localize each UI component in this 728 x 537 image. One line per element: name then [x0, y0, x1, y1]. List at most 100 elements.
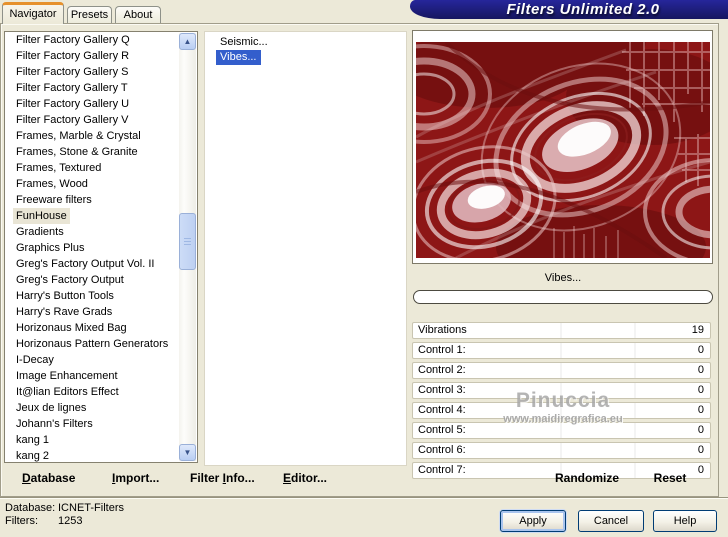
category-item[interactable]: Frames, Wood [5, 176, 197, 192]
category-scrollbar[interactable]: ▲ ▼ [179, 33, 196, 461]
category-item[interactable]: Frames, Marble & Crystal [5, 128, 197, 144]
category-item-label: Image Enhancement [16, 370, 118, 382]
tab-navigator[interactable]: Navigator [2, 2, 64, 24]
control-slider-row[interactable]: Control 5: 0 [412, 422, 711, 439]
tab-about[interactable]: About [115, 6, 161, 24]
category-item-label: Jeux de lignes [16, 402, 87, 414]
category-item[interactable]: Filter Factory Gallery S [5, 64, 197, 80]
import-button[interactable]: Import... [112, 471, 159, 485]
category-item[interactable]: Freeware filters [5, 192, 197, 208]
category-item-label: kang 1 [16, 434, 50, 446]
filter-item-label: Seismic... [220, 36, 268, 48]
control-slider-row[interactable]: Control 4: 0 [412, 402, 711, 419]
category-item-label: Filter Factory Gallery U [16, 98, 130, 110]
category-item[interactable]: kang 1 [5, 432, 197, 448]
control-slider-row[interactable]: Control 6: 0 [412, 442, 711, 459]
category-listbox[interactable]: ▲ ▼ Filter Factory Gallery Q Filter Facto… [4, 31, 198, 463]
category-item[interactable]: Filter Factory Gallery U [5, 96, 197, 112]
category-item-label: Harry's Button Tools [16, 290, 114, 302]
preview-image[interactable] [416, 42, 710, 258]
category-item[interactable]: Frames, Textured [5, 160, 197, 176]
status-filters-label: Filters: [5, 515, 38, 527]
reset-button[interactable]: Reset [640, 471, 700, 485]
window-title: Filters Unlimited 2.0 [506, 1, 660, 18]
control-slider-row[interactable]: Control 3: 0 [412, 382, 711, 399]
category-item-label: Greg's Factory Output [16, 274, 124, 286]
selected-filter-caption: Vibes... [544, 272, 582, 284]
category-item[interactable]: Horizonaus Mixed Bag [5, 320, 197, 336]
category-item-label: Frames, Marble & Crystal [16, 130, 141, 142]
category-item[interactable]: Horizonaus Pattern Generators [5, 336, 197, 352]
category-item[interactable]: Filter Factory Gallery T [5, 80, 197, 96]
category-item[interactable]: Frames, Stone & Granite [5, 144, 197, 160]
category-item[interactable]: Jeux de lignes [5, 400, 197, 416]
category-item-label: Horizonaus Mixed Bag [16, 322, 127, 334]
divider [0, 497, 728, 499]
control-value: 0 [697, 384, 704, 396]
database-button[interactable]: Database [22, 471, 75, 485]
category-item[interactable]: FunHouse [5, 208, 197, 224]
control-label: Control 4: [418, 404, 466, 416]
filter-item[interactable]: Seismic... [205, 35, 406, 50]
scrollbar-thumb[interactable] [179, 213, 196, 270]
category-item-label: Frames, Stone & Granite [16, 146, 138, 158]
control-slider-row[interactable]: Control 2: 0 [412, 362, 711, 379]
category-item[interactable]: Greg's Factory Output [5, 272, 197, 288]
control-label: Control 1: [418, 344, 466, 356]
category-item-label: Johann's Filters [16, 418, 93, 430]
control-value: 0 [697, 424, 704, 436]
filter-item[interactable]: Vibes... [205, 50, 406, 65]
category-item-label: Harry's Rave Grads [16, 306, 113, 318]
control-value: 19 [691, 324, 704, 336]
category-item-label: Graphics Plus [16, 242, 85, 254]
category-item[interactable]: Filter Factory Gallery V [5, 112, 197, 128]
preview-panel [412, 30, 713, 264]
filter-listbox[interactable]: Seismic... Vibes... [204, 31, 407, 466]
category-item-label: I-Decay [16, 354, 54, 366]
category-item-label: Filter Factory Gallery S [16, 66, 129, 78]
category-item[interactable]: Harry's Rave Grads [5, 304, 197, 320]
category-item[interactable]: Filter Factory Gallery R [5, 48, 197, 64]
control-slider-row[interactable]: Control 1: 0 [412, 342, 711, 359]
category-item-label: Filter Factory Gallery V [16, 114, 129, 126]
status-database-value: ICNET-Filters [58, 502, 124, 514]
category-item[interactable]: I-Decay [5, 352, 197, 368]
control-label: Control 3: [418, 384, 466, 396]
control-label: Vibrations [418, 324, 467, 336]
filters-unlimited-dialog: Filters Unlimited 2.0 Navigator Presets … [0, 0, 728, 537]
filter-item-label: Vibes... [216, 50, 261, 65]
editor-button[interactable]: Editor... [283, 471, 327, 485]
category-item[interactable]: Image Enhancement [5, 368, 197, 384]
category-item[interactable]: Harry's Button Tools [5, 288, 197, 304]
control-value: 0 [697, 404, 704, 416]
category-item-label: Gradients [16, 226, 64, 238]
apply-button[interactable]: Apply [500, 510, 566, 532]
title-banner: Filters Unlimited 2.0 [410, 0, 728, 19]
randomize-button[interactable]: Randomize [527, 471, 647, 485]
control-sliders: Vibrations 19 Control 1: 0 Control 2: 0 Contro… [412, 322, 711, 482]
cancel-button[interactable]: Cancel [578, 510, 644, 532]
control-label: Control 5: [418, 424, 466, 436]
chevron-down-icon[interactable]: ▼ [179, 444, 196, 461]
category-item[interactable]: It@lian Editors Effect [5, 384, 197, 400]
control-label: Control 2: [418, 364, 466, 376]
control-value: 0 [697, 344, 704, 356]
category-item[interactable]: Johann's Filters [5, 416, 197, 432]
help-button[interactable]: Help [653, 510, 717, 532]
progress-bar [413, 290, 713, 304]
tab-presets[interactable]: Presets [67, 6, 112, 24]
status-database-label: Database: [5, 502, 56, 514]
category-item[interactable]: Greg's Factory Output Vol. II [5, 256, 197, 272]
category-item-label: Frames, Wood [16, 178, 88, 190]
category-item-label: Filter Factory Gallery R [16, 50, 130, 62]
status-filters-value: 1253 [58, 515, 83, 527]
category-item-label: Greg's Factory Output Vol. II [16, 258, 155, 270]
chevron-up-icon[interactable]: ▲ [179, 33, 196, 50]
category-item-label: Freeware filters [16, 194, 92, 206]
category-item[interactable]: Gradients [5, 224, 197, 240]
filter-info-button[interactable]: Filter Info... [190, 471, 255, 485]
category-item[interactable]: kang 2 [5, 448, 197, 462]
category-item[interactable]: Graphics Plus [5, 240, 197, 256]
control-slider-row[interactable]: Vibrations 19 [412, 322, 711, 339]
category-item[interactable]: Filter Factory Gallery Q [5, 32, 197, 48]
